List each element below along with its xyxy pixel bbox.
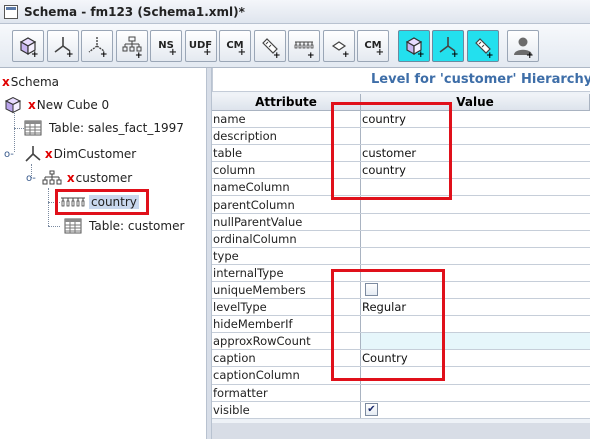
- schema-tree: x Schema x New Cube 0 Table: sales_fact_…: [0, 68, 206, 439]
- svg-text:+: +: [451, 50, 459, 58]
- attribute-value-cell[interactable]: [361, 213, 590, 230]
- title-bar: Schema - fm123 (Schema1.xml)*: [0, 0, 590, 24]
- toolbar: + + + + NS + UDF + CM + + + + CM + + + +…: [0, 24, 590, 68]
- add-property-button[interactable]: +: [322, 29, 355, 62]
- tree-node-schema[interactable]: x Schema: [2, 72, 59, 92]
- x-icon: x: [28, 98, 36, 112]
- attribute-value-cell[interactable]: [361, 247, 590, 264]
- add-dimension-usage-button[interactable]: +: [81, 29, 113, 62]
- annotation-highlight-box: [331, 102, 452, 200]
- add-named-set-button[interactable]: NS +: [150, 29, 182, 62]
- app-icon: [4, 4, 18, 19]
- add-virtual-cube-button[interactable]: +: [397, 29, 430, 62]
- tree-node-label: Schema: [10, 75, 59, 89]
- user-plus-icon: +: [514, 37, 534, 58]
- properties-title: Level for 'customer' Hierarchy: [371, 72, 590, 87]
- properties-pane: Level for 'customer' Hierarchy Attribute…: [212, 67, 590, 439]
- tree-node-label: customer: [75, 171, 133, 185]
- attribute-name-cell: visible: [212, 401, 361, 418]
- attribute-value-cell[interactable]: [361, 384, 590, 401]
- table-row[interactable]: visible ✔: [212, 401, 590, 419]
- add-dimension-button[interactable]: +: [46, 29, 79, 62]
- add-virtual-dimension-button[interactable]: +: [432, 29, 464, 62]
- add-virtual-measure-button[interactable]: +: [466, 29, 499, 62]
- hierarchy-plus-icon: +: [122, 36, 143, 58]
- tree-node-fact-table[interactable]: Table: sales_fact_1997: [24, 118, 184, 138]
- expand-handle-icon[interactable]: o-: [4, 149, 14, 160]
- attribute-name-cell: formatter: [212, 384, 361, 401]
- table-icon: [24, 120, 42, 136]
- attribute-name-cell: ordinalColumn: [212, 230, 361, 247]
- svg-text:+: +: [31, 50, 39, 58]
- svg-text:+: +: [526, 51, 534, 58]
- svg-text:+: +: [307, 51, 315, 58]
- tree-node-label: Table: customer: [89, 219, 185, 233]
- properties-header: Level for 'customer' Hierarchy: [212, 67, 590, 92]
- dimension-icon: [25, 146, 41, 162]
- table-row[interactable]: formatter: [212, 384, 590, 402]
- attribute-name-cell: nullParentValue: [212, 213, 361, 230]
- dimension-plus-icon: +: [54, 36, 74, 58]
- tree-connector: [14, 128, 24, 129]
- add-measure-button[interactable]: +: [253, 29, 286, 62]
- tree-node-dimension[interactable]: o- x DimCustomer: [4, 144, 136, 164]
- table-row[interactable]: ordinalColumn: [212, 230, 590, 248]
- svg-text:+: +: [135, 51, 143, 58]
- table-row[interactable]: type: [212, 247, 590, 265]
- add-hierarchy-button[interactable]: +: [115, 29, 148, 62]
- svg-text:+: +: [66, 50, 74, 58]
- add-udf-button[interactable]: UDF +: [184, 29, 217, 62]
- expand-handle-icon[interactable]: o-: [26, 173, 36, 184]
- dimension-plus-icon: +: [439, 36, 459, 58]
- attribute-value-cell[interactable]: [361, 230, 590, 247]
- tree-node-label: New Cube 0: [36, 98, 110, 112]
- property-plus-icon: +: [331, 40, 350, 58]
- annotation-highlight-box: [331, 269, 445, 381]
- plus-icon: +: [375, 46, 384, 58]
- table-row[interactable]: nullParentValue: [212, 213, 590, 231]
- window-title: Schema - fm123 (Schema1.xml)*: [24, 4, 245, 19]
- tree-node-label: Table: sales_fact_1997: [49, 121, 184, 135]
- x-icon: x: [2, 75, 10, 89]
- table-empty-area: [212, 423, 590, 439]
- tree-connector: [48, 226, 60, 227]
- attribute-name-cell: type: [212, 247, 361, 264]
- plus-icon: +: [203, 46, 212, 58]
- tree-connector: [48, 188, 49, 226]
- tree-node-hierarchy[interactable]: o- x customer: [26, 168, 132, 188]
- plus-icon: +: [168, 46, 177, 58]
- checkbox-checked[interactable]: ✔: [365, 403, 378, 417]
- tree-node-cube[interactable]: x New Cube 0: [4, 95, 109, 115]
- tree-node-label: DimCustomer: [53, 147, 137, 161]
- add-level-button[interactable]: +: [288, 29, 320, 62]
- svg-text:+: +: [273, 51, 281, 58]
- cube-plus-icon: +: [19, 36, 39, 58]
- add-role-button[interactable]: +: [507, 29, 539, 62]
- svg-text:+: +: [100, 50, 108, 58]
- x-icon: x: [44, 147, 53, 161]
- x-icon: x: [66, 171, 75, 185]
- dimension-usage-plus-icon: +: [88, 36, 108, 58]
- tree-node-level-table[interactable]: Table: customer: [64, 216, 184, 236]
- hierarchy-icon: [42, 170, 62, 185]
- cube-plus-icon: +: [405, 36, 425, 58]
- annotation-highlight-box: [55, 189, 149, 215]
- svg-text:+: +: [417, 50, 425, 58]
- table-icon: [64, 218, 82, 234]
- measure-plus-icon: +: [261, 37, 281, 58]
- add-cube-button[interactable]: +: [12, 29, 44, 62]
- add-calc-member-formula-button[interactable]: CM +: [357, 29, 389, 62]
- add-calculated-member-button[interactable]: CM +: [219, 29, 251, 62]
- cube-icon: [4, 96, 22, 114]
- svg-text:+: +: [342, 50, 350, 58]
- measure-plus-icon: +: [474, 37, 494, 58]
- level-plus-icon: +: [294, 41, 315, 58]
- attribute-value-cell[interactable]: ✔: [361, 401, 590, 418]
- plus-icon: +: [237, 46, 246, 58]
- svg-text:+: +: [486, 51, 494, 58]
